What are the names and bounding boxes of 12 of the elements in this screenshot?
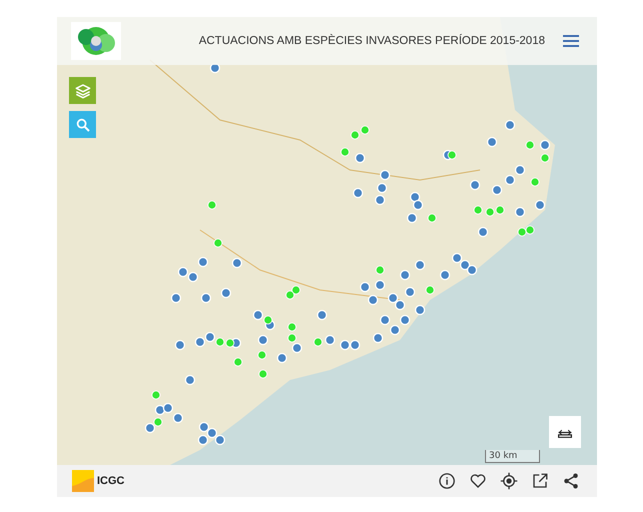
scale-bar: 30 km <box>485 450 540 463</box>
locate-button[interactable] <box>499 471 519 491</box>
menu-button[interactable] <box>561 33 581 49</box>
leaf-logo-icon <box>71 22 121 60</box>
compare-button[interactable] <box>549 416 581 448</box>
layers-icon <box>74 82 90 98</box>
search-icon <box>74 116 90 132</box>
info-button[interactable] <box>437 471 457 491</box>
menu-icon <box>563 35 579 47</box>
icgc-logo-icon <box>72 470 94 492</box>
brand-name: ICGC <box>97 475 124 487</box>
map-title: ACTUACIONS AMB ESPÈCIES INVASORES PERÍODE 2015-2018 <box>198 35 545 47</box>
